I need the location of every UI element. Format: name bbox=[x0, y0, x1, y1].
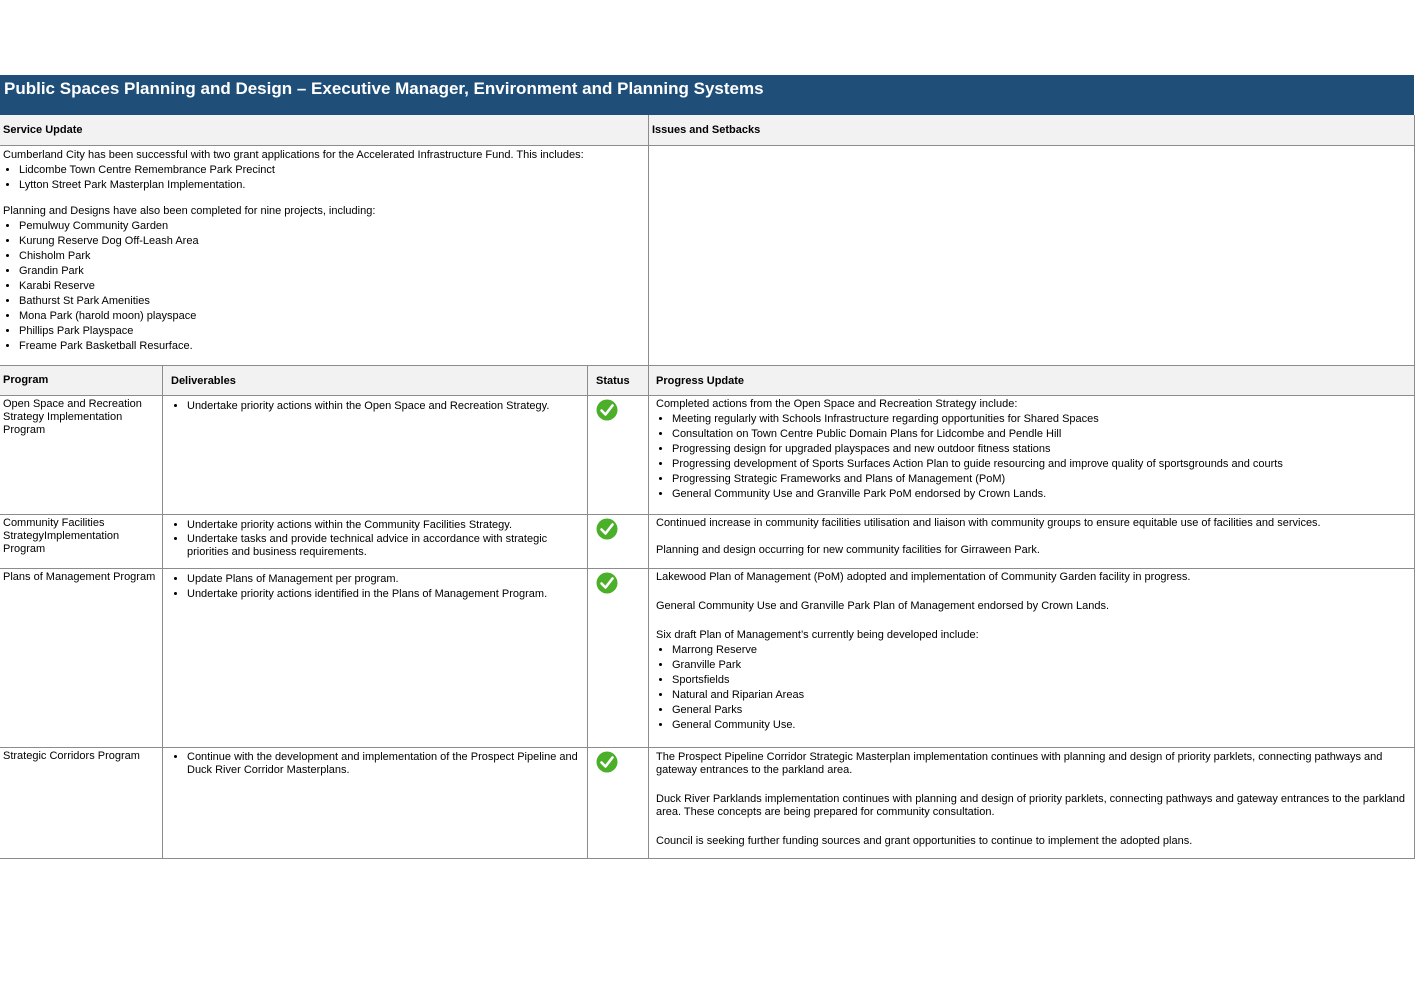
check-icon bbox=[596, 751, 618, 773]
list-item: Marrong Reserve bbox=[672, 643, 1411, 658]
status-cell bbox=[588, 515, 649, 568]
progress-intro: Completed actions from the Open Space an… bbox=[656, 398, 1018, 410]
list-item: Progressing Strategic Frameworks and Pla… bbox=[672, 472, 1411, 487]
service-intro-1: Cumberland City has been successful with… bbox=[3, 149, 584, 161]
list-item: General Community Use and Granville Park… bbox=[672, 487, 1411, 502]
progress-paragraph: The Prospect Pipeline Corridor Strategic… bbox=[656, 751, 1383, 776]
list-item: Bathurst St Park Amenities bbox=[19, 294, 645, 309]
progress-paragraph: Planning and design occurring for new co… bbox=[656, 544, 1040, 556]
list-item: Mona Park (harold moon) playspace bbox=[19, 309, 645, 324]
list-item: General Parks bbox=[672, 703, 1411, 718]
progress-header: Progress Update bbox=[649, 366, 1415, 395]
list-item: General Community Use. bbox=[672, 718, 1411, 733]
list-item: Karabi Reserve bbox=[19, 279, 645, 294]
deliverables-cell: Update Plans of Management per program. … bbox=[163, 569, 588, 747]
table-row: Strategic Corridors Program Continue wit… bbox=[0, 748, 1415, 859]
program-name: Strategic Corridors Program bbox=[0, 748, 163, 858]
program-name: Plans of Management Program bbox=[0, 569, 163, 747]
list-item: Undertake priority actions within the Co… bbox=[187, 518, 584, 533]
list-item: Kurung Reserve Dog Off-Leash Area bbox=[19, 234, 645, 249]
list-item: Grandin Park bbox=[19, 264, 645, 279]
list-item: Pemulwuy Community Garden bbox=[19, 219, 645, 234]
program-name: Open Space and Recreation Strategy Imple… bbox=[0, 396, 163, 514]
check-icon bbox=[596, 399, 618, 421]
grant-list: Lidcombe Town Centre Remembrance Park Pr… bbox=[3, 163, 645, 193]
service-header-row: Service Update Issues and Setbacks bbox=[0, 115, 1415, 146]
progress-cell: The Prospect Pipeline Corridor Strategic… bbox=[649, 748, 1415, 858]
program-header-row: Program Deliverables Status Progress Upd… bbox=[0, 366, 1415, 396]
deliverables-header: Deliverables bbox=[163, 366, 588, 395]
progress-paragraph: Duck River Parklands implementation cont… bbox=[656, 793, 1406, 818]
check-icon bbox=[596, 572, 618, 594]
progress-paragraph: Continued increase in community faciliti… bbox=[656, 517, 1321, 529]
list-item: Undertake tasks and provide technical ad… bbox=[187, 533, 584, 559]
progress-cell: Continued increase in community faciliti… bbox=[649, 515, 1415, 568]
list-item: Chisholm Park bbox=[19, 249, 645, 264]
service-body-row: Cumberland City has been successful with… bbox=[0, 146, 1415, 366]
program-name: Community Facilities StrategyImplementat… bbox=[0, 515, 163, 568]
deliverables-cell: Undertake priority actions within the Co… bbox=[163, 515, 588, 568]
list-item: Progressing development of Sports Surfac… bbox=[672, 457, 1411, 472]
status-cell bbox=[588, 396, 649, 514]
list-item: Progressing design for upgraded playspac… bbox=[672, 442, 1411, 457]
service-intro-2: Planning and Designs have also been comp… bbox=[3, 205, 376, 217]
issues-cell bbox=[649, 146, 1415, 365]
list-item: Lidcombe Town Centre Remembrance Park Pr… bbox=[19, 163, 645, 178]
progress-paragraph: Lakewood Plan of Management (PoM) adopte… bbox=[656, 571, 1191, 583]
list-item: Lytton Street Park Masterplan Implementa… bbox=[19, 178, 645, 193]
table-row: Plans of Management Program Update Plans… bbox=[0, 569, 1415, 748]
progress-cell: Lakewood Plan of Management (PoM) adopte… bbox=[649, 569, 1415, 747]
table-row: Community Facilities StrategyImplementat… bbox=[0, 515, 1415, 569]
table-row: Open Space and Recreation Strategy Imple… bbox=[0, 396, 1415, 515]
progress-paragraph: Six draft Plan of Management’s currently… bbox=[656, 629, 979, 641]
list-item: Continue with the development and implem… bbox=[187, 751, 584, 777]
issues-header: Issues and Setbacks bbox=[649, 115, 1415, 145]
list-item: Phillips Park Playspace bbox=[19, 324, 645, 339]
list-item: Natural and Riparian Areas bbox=[672, 688, 1411, 703]
deliverables-cell: Undertake priority actions within the Op… bbox=[163, 396, 588, 514]
report-table: Service Update Issues and Setbacks Cumbe… bbox=[0, 115, 1415, 859]
list-item: Meeting regularly with Schools Infrastru… bbox=[672, 412, 1411, 427]
status-header: Status bbox=[588, 366, 649, 395]
service-update-header: Service Update bbox=[0, 115, 649, 145]
list-item: Freame Park Basketball Resurface. bbox=[19, 339, 645, 354]
page-title: Public Spaces Planning and Design – Exec… bbox=[0, 75, 1414, 115]
service-update-cell: Cumberland City has been successful with… bbox=[0, 146, 649, 365]
list-item: Consultation on Town Centre Public Domai… bbox=[672, 427, 1411, 442]
list-item: Granville Park bbox=[672, 658, 1411, 673]
projects-list: Pemulwuy Community Garden Kurung Reserve… bbox=[3, 219, 645, 354]
progress-paragraph: Council is seeking further funding sourc… bbox=[656, 835, 1193, 847]
list-item: Update Plans of Management per program. bbox=[187, 572, 584, 587]
status-cell bbox=[588, 748, 649, 858]
progress-cell: Completed actions from the Open Space an… bbox=[649, 396, 1415, 514]
program-header: Program bbox=[0, 366, 163, 395]
list-item: Sportsfields bbox=[672, 673, 1411, 688]
check-icon bbox=[596, 518, 618, 540]
progress-paragraph: General Community Use and Granville Park… bbox=[656, 600, 1110, 612]
list-item: Undertake priority actions within the Op… bbox=[187, 399, 584, 414]
deliverables-cell: Continue with the development and implem… bbox=[163, 748, 588, 858]
status-cell bbox=[588, 569, 649, 747]
list-item: Undertake priority actions identified in… bbox=[187, 587, 584, 602]
